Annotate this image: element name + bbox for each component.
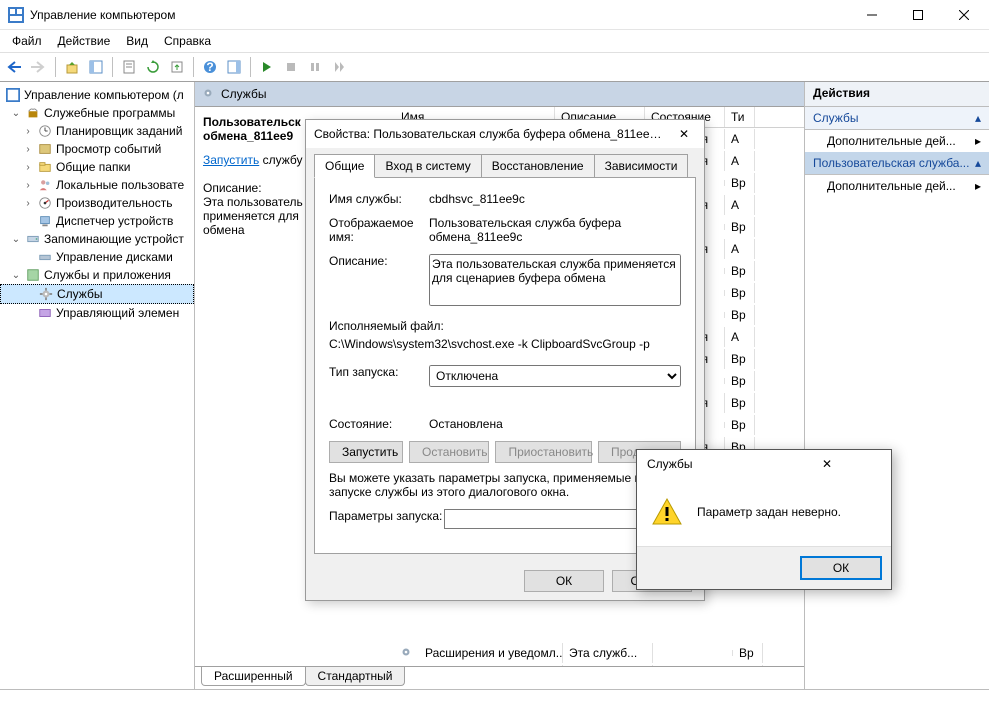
refresh-button[interactable]: [142, 56, 164, 78]
play-button[interactable]: [256, 56, 278, 78]
help-button[interactable]: ?: [199, 56, 221, 78]
tree-shared[interactable]: ›Общие папки: [0, 158, 194, 176]
gear-icon: [38, 286, 54, 302]
app-icon: [8, 7, 24, 23]
display-name-label: Отображаемое имя:: [329, 216, 429, 244]
svc-name-label: Имя службы:: [329, 192, 429, 206]
tree-tools[interactable]: ⌄Служебные программы: [0, 104, 194, 122]
tree-pane: Управление компьютером (л ⌄Служебные про…: [0, 82, 195, 689]
properties-button[interactable]: [118, 56, 140, 78]
menu-action[interactable]: Действие: [50, 32, 119, 50]
restart-svc-button[interactable]: [328, 56, 350, 78]
gear-icon: [201, 86, 215, 103]
actions-section-selected[interactable]: Пользовательская служба...▴: [805, 152, 989, 175]
ok-button[interactable]: ОК: [524, 570, 604, 592]
properties-close-button[interactable]: ✕: [668, 122, 700, 146]
warning-icon: [651, 496, 683, 528]
services-header: Службы: [195, 82, 804, 107]
description-textarea[interactable]: Эта пользовательская служба применяется …: [429, 254, 681, 306]
tree-services-apps[interactable]: ⌄Службы и приложения: [0, 266, 194, 284]
tab-dependencies[interactable]: Зависимости: [594, 154, 689, 178]
tab-recovery[interactable]: Восстановление: [481, 154, 595, 178]
pause-svc-button: Приостановить: [495, 441, 592, 463]
error-messagebox: Службы ✕ Параметр задан неверно. ОК: [636, 449, 892, 590]
tree-storage[interactable]: ⌄Запоминающие устройст: [0, 230, 194, 248]
menu-view[interactable]: Вид: [118, 32, 156, 50]
window-title: Управление компьютером: [30, 8, 849, 22]
menu-file[interactable]: Файл: [4, 32, 50, 50]
tree-services[interactable]: Службы: [0, 284, 194, 304]
tab-extended[interactable]: Расширенный: [201, 667, 306, 686]
start-button[interactable]: Запустить: [329, 441, 403, 463]
startup-label: Тип запуска:: [329, 365, 429, 379]
tab-general[interactable]: Общие: [314, 154, 375, 178]
tree-devmgr[interactable]: Диспетчер устройств: [0, 212, 194, 230]
tree-wmi[interactable]: Управляющий элемен: [0, 304, 194, 322]
actions-pane: Действия Службы▴ Дополнительные дей...▸ …: [804, 82, 989, 689]
menu-help[interactable]: Справка: [156, 32, 219, 50]
params-label: Параметры запуска:: [329, 509, 444, 523]
status-bar: [0, 689, 989, 709]
exe-path: C:\Windows\system32\svchost.exe -k Clipb…: [329, 337, 681, 351]
maximize-button[interactable]: [895, 0, 941, 30]
tree-scheduler[interactable]: ›Планировщик заданий: [0, 122, 194, 140]
msgbox-close-button[interactable]: ✕: [767, 452, 887, 476]
menubar: Файл Действие Вид Справка: [0, 30, 989, 52]
svc-name-value: cbdhsvc_811ee9c: [429, 192, 681, 206]
stop-svc-button: Остановить: [409, 441, 489, 463]
collapse-icon: ▴: [975, 111, 981, 125]
action-pane-button[interactable]: [223, 56, 245, 78]
state-label: Состояние:: [329, 417, 429, 431]
forward-button[interactable]: [28, 56, 50, 78]
close-button[interactable]: [941, 0, 987, 30]
msgbox-text: Параметр задан неверно.: [697, 505, 841, 519]
bottom-tabs: Расширенный Стандартный: [195, 667, 804, 689]
display-name-value: Пользовательская служба буфера обмена_81…: [429, 216, 681, 244]
toolbar: ?: [0, 52, 989, 82]
stop-button[interactable]: [280, 56, 302, 78]
tree-eventviewer[interactable]: ›Просмотр событий: [0, 140, 194, 158]
table-row[interactable]: Расширения и уведомл...Эта служб...Вр: [395, 642, 804, 664]
collapse-icon: ▴: [975, 156, 981, 170]
tree-root[interactable]: Управление компьютером (л: [0, 86, 194, 104]
show-hide-tree-button[interactable]: [85, 56, 107, 78]
desc-label: Описание:: [329, 254, 429, 268]
tree-localusers[interactable]: ›Локальные пользовате: [0, 176, 194, 194]
tab-standard[interactable]: Стандартный: [305, 667, 406, 686]
properties-title: Свойства: Пользовательская служба буфера…: [314, 127, 668, 141]
minimize-button[interactable]: [849, 0, 895, 30]
table-row[interactable]: Расширяемый протокол п...Служба ра...Вр: [395, 664, 804, 666]
tree-perf[interactable]: ›Производительность: [0, 194, 194, 212]
up-button[interactable]: [61, 56, 83, 78]
start-link[interactable]: Запустить: [203, 153, 259, 167]
exe-label: Исполняемый файл:: [329, 319, 681, 333]
actions-more[interactable]: Дополнительные дей...▸: [805, 130, 989, 152]
export-button[interactable]: [166, 56, 188, 78]
msgbox-title: Службы: [647, 457, 767, 471]
actions-header: Действия: [805, 82, 989, 107]
tree-diskmgmt[interactable]: Управление дисками: [0, 248, 194, 266]
tab-logon[interactable]: Вход в систему: [374, 154, 481, 178]
actions-more2[interactable]: Дополнительные дей...▸: [805, 175, 989, 197]
services-header-title: Службы: [221, 87, 266, 101]
titlebar: Управление компьютером: [0, 0, 989, 30]
svg-text:?: ?: [206, 60, 213, 74]
pause-button[interactable]: [304, 56, 326, 78]
back-button[interactable]: [4, 56, 26, 78]
startup-type-select[interactable]: Отключена: [429, 365, 681, 387]
msgbox-ok-button[interactable]: ОК: [801, 557, 881, 579]
col-type[interactable]: Ти: [725, 107, 755, 127]
params-help: Вы можете указать параметры запуска, при…: [329, 471, 681, 499]
state-value: Остановлена: [429, 417, 681, 431]
actions-section-services[interactable]: Службы▴: [805, 107, 989, 130]
